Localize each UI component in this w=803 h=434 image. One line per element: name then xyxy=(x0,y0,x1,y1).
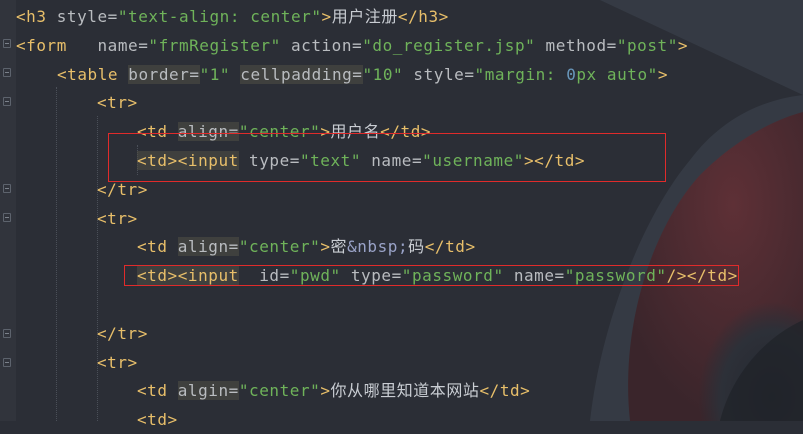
code-line[interactable]: <table border="1" cellpadding="10" style… xyxy=(57,60,668,89)
code-line[interactable]: <tr> xyxy=(97,204,138,233)
code-token: <table xyxy=(57,64,129,84)
code-token: "text-align: xyxy=(117,7,251,26)
code-line[interactable]: <form name="frmRegister" action="do_regi… xyxy=(16,31,688,60)
code-token: cellpadding= xyxy=(240,64,363,84)
code-token: algin= xyxy=(177,381,239,401)
code-line[interactable]: <td> xyxy=(137,405,178,434)
code-token: > xyxy=(677,35,689,55)
code-token: "center" xyxy=(238,381,321,401)
code-token: <tr> xyxy=(97,208,138,228)
code-line[interactable]: <h3 style="text-align: center">用户注册</h3> xyxy=(16,2,449,31)
code-token: align= xyxy=(177,237,239,257)
code-token: </td> xyxy=(479,381,531,401)
code-token: > xyxy=(320,381,331,401)
code-token: 0 xyxy=(566,64,577,84)
code-token: name= xyxy=(97,35,149,55)
highlight-box-password xyxy=(124,265,739,286)
code-token: </tr> xyxy=(97,323,148,343)
code-token: center" xyxy=(250,7,322,26)
code-token: </td> xyxy=(424,237,476,257)
code-line[interactable]: <td algin="center">你从哪里知道本网站</td> xyxy=(137,376,530,405)
fold-marker-icon[interactable] xyxy=(3,68,11,77)
code-token: <form xyxy=(16,35,98,55)
code-token: 你从哪里知道本网站 xyxy=(330,381,480,401)
code-token: <td xyxy=(137,237,178,257)
code-token: "post" xyxy=(616,35,678,55)
highlight-box-username xyxy=(108,133,666,182)
code-token: px auto" xyxy=(576,64,658,84)
fold-marker-icon[interactable] xyxy=(3,358,11,367)
code-token: method= xyxy=(545,35,617,55)
code-token: "margin: xyxy=(474,64,567,84)
fold-marker-icon[interactable] xyxy=(3,213,11,222)
code-token: style= xyxy=(56,7,118,26)
code-token: 码 xyxy=(408,237,425,257)
code-line[interactable]: </tr> xyxy=(97,319,148,348)
code-token: border= xyxy=(128,64,200,84)
indent-guide xyxy=(56,87,57,421)
fold-marker-icon[interactable] xyxy=(3,39,11,48)
code-line[interactable]: <tr> xyxy=(97,348,138,377)
code-token: <tr> xyxy=(97,93,138,113)
fold-marker-icon[interactable] xyxy=(3,97,11,106)
code-token: <td> xyxy=(137,410,178,430)
code-token: "center" xyxy=(238,237,321,257)
code-token: <h3 xyxy=(16,7,57,26)
code-line[interactable]: <tr> xyxy=(97,88,138,117)
fold-marker-icon[interactable] xyxy=(3,184,11,193)
code-token: </h3> xyxy=(397,7,449,26)
code-token: <td xyxy=(137,381,178,401)
code-token: "1" xyxy=(199,64,241,84)
code-token: <tr> xyxy=(97,352,138,372)
code-token: > xyxy=(320,237,331,257)
code-line[interactable]: <td align="center">密&nbsp;码</td> xyxy=(137,232,476,261)
code-token: action= xyxy=(290,35,363,55)
code-token: style= xyxy=(413,64,475,84)
code-token: > xyxy=(321,7,332,26)
code-token: "10" xyxy=(362,64,414,84)
code-token: </tr> xyxy=(97,179,148,199)
code-token: &nbsp; xyxy=(347,237,409,257)
code-token: > xyxy=(657,64,669,84)
fold-marker-icon[interactable] xyxy=(3,329,11,338)
code-editor[interactable]: <h3 style="text-align: center">用户注册</h3>… xyxy=(0,0,803,429)
code-token: 用户注册 xyxy=(331,7,398,26)
code-token: "do_register.jsp" xyxy=(362,35,546,55)
code-token: 密 xyxy=(330,237,348,257)
code-token: "frmRegister" xyxy=(148,35,291,55)
